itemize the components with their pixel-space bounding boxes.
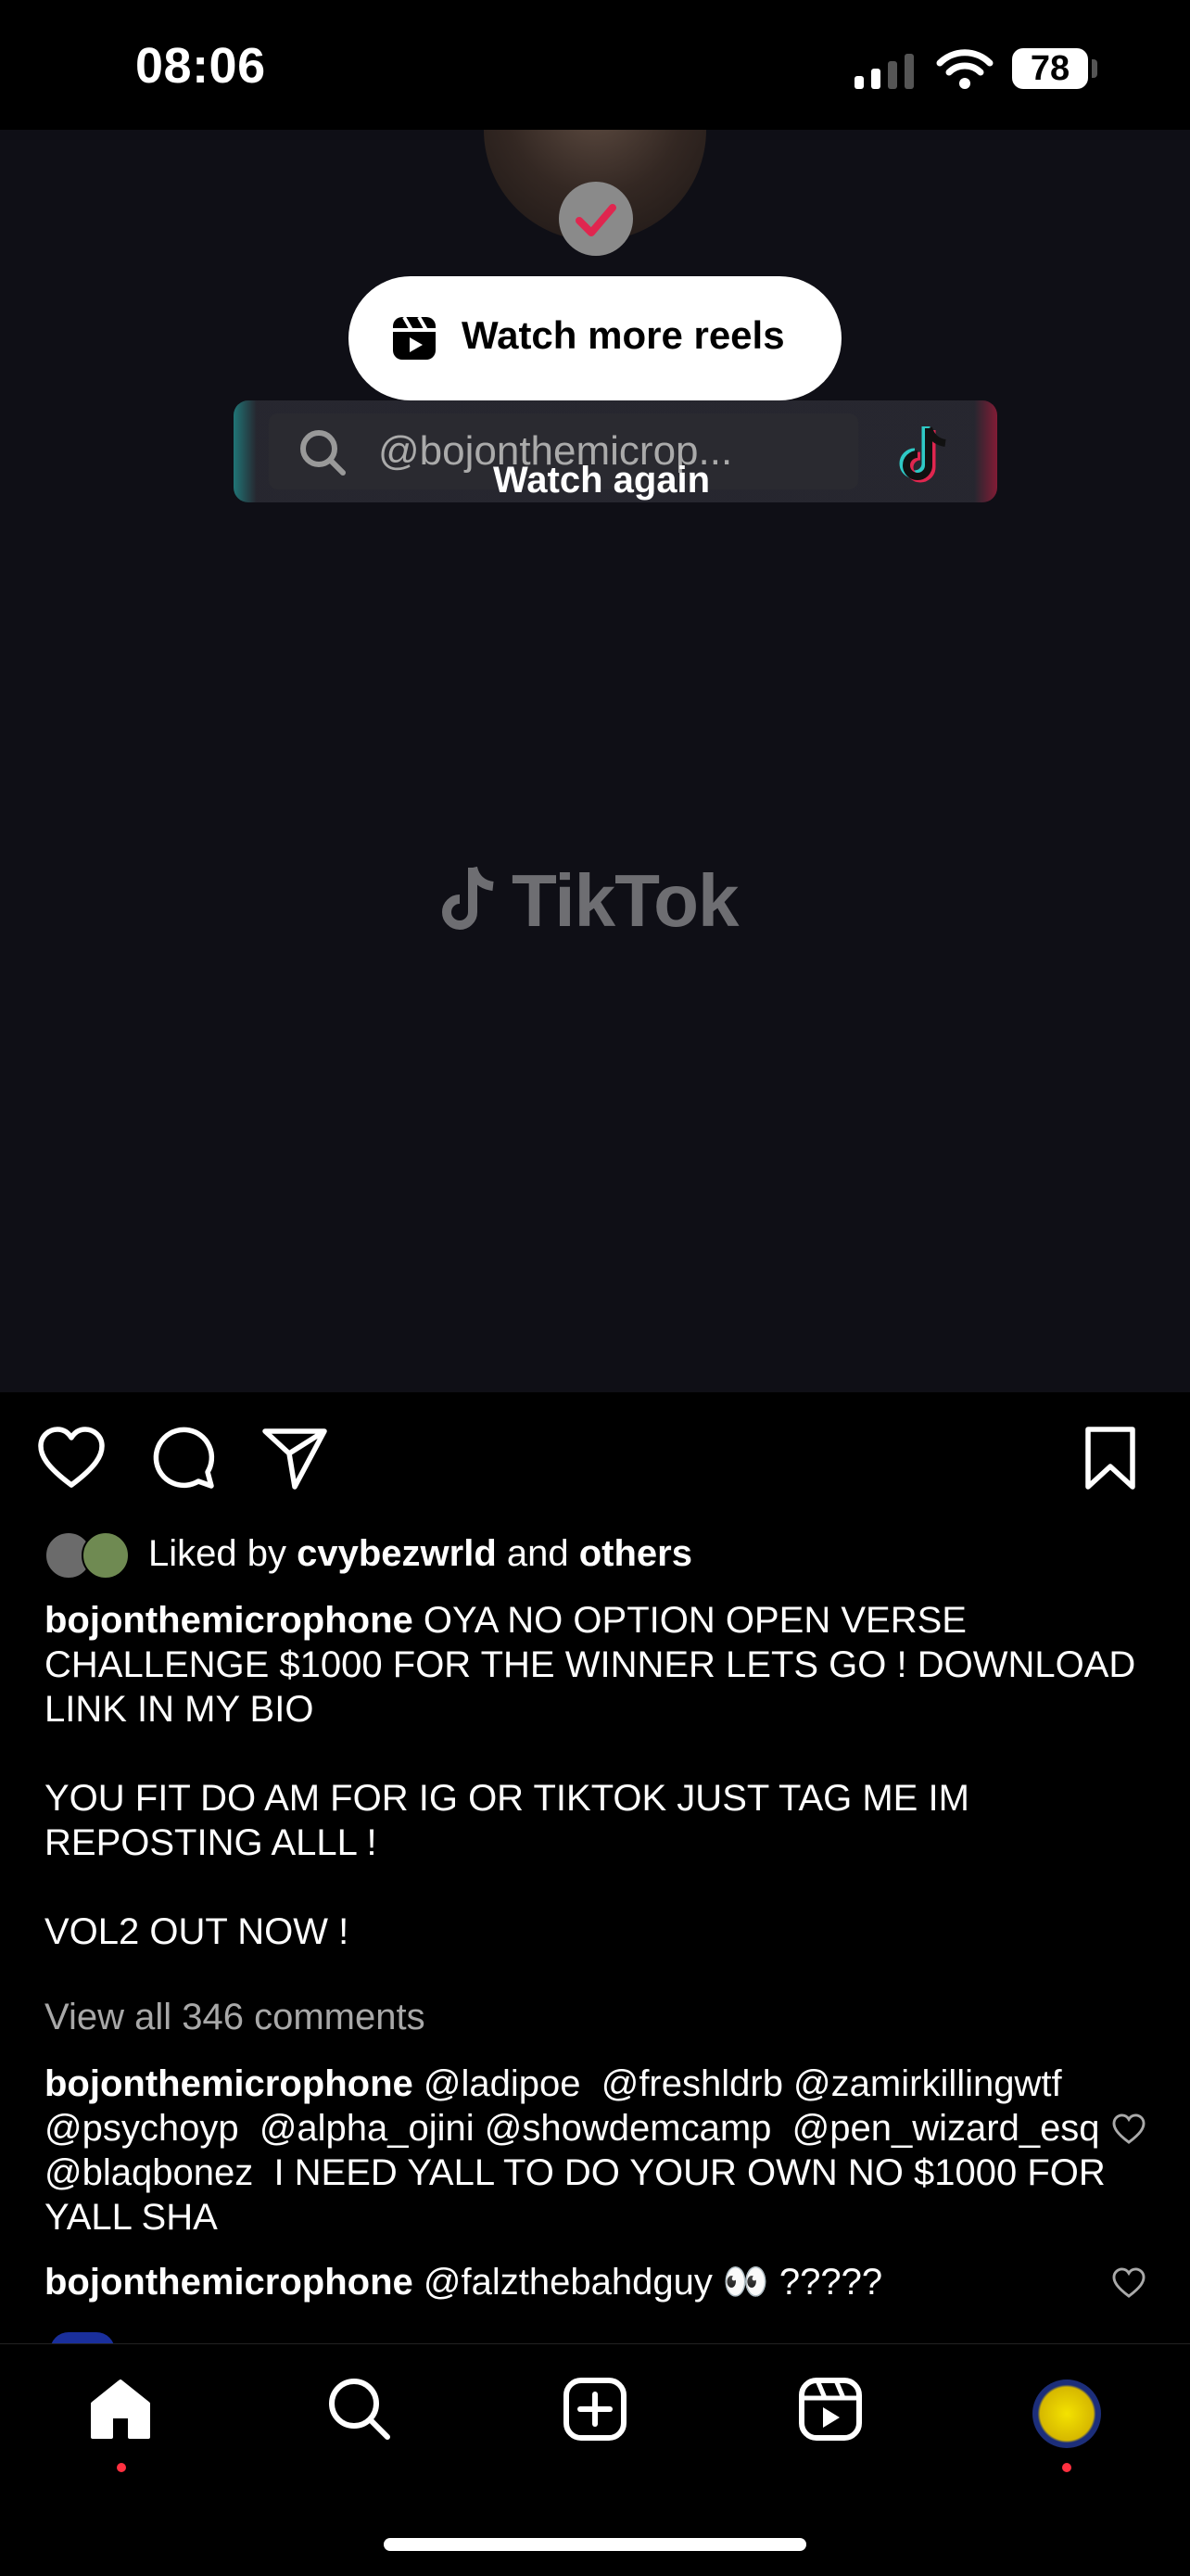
search-icon[interactable] <box>326 2376 393 2443</box>
check-badge <box>559 182 633 256</box>
home-indicator <box>384 2538 806 2551</box>
comment-icon[interactable] <box>150 1424 217 1491</box>
status-time: 08:06 <box>135 38 266 94</box>
checkmark-icon <box>576 204 616 236</box>
battery-level: 78 <box>1012 48 1088 89</box>
comment-username[interactable]: bojonthemicrophone <box>44 2063 413 2104</box>
caption-text: OYA NO OPTION OPEN VERSE CHALLENGE $1000… <box>44 1600 1136 1952</box>
profile-notification-dot <box>1062 2463 1071 2472</box>
comment-item: bojonthemicrophone @falzthebahdguy 👀 ???… <box>44 2260 1110 2304</box>
reels-icon <box>393 316 436 360</box>
liked-by-and: and <box>496 1533 579 1574</box>
profile-avatar[interactable] <box>1032 2379 1101 2448</box>
comment-item: bojonthemicrophone @ladipoe @freshldrb @… <box>44 2062 1110 2240</box>
caption-username[interactable]: bojonthemicrophone <box>44 1600 413 1641</box>
watch-more-reels-label: Watch more reels <box>462 313 785 357</box>
comment-like-heart-icon[interactable] <box>1112 2267 1146 2299</box>
comment-text: @falzthebahdguy 👀 ????? <box>412 2262 883 2303</box>
liked-by-prefix: Liked by <box>148 1533 298 1574</box>
create-icon[interactable] <box>562 2376 628 2443</box>
watch-again-button[interactable]: Watch again <box>493 460 710 501</box>
view-all-comments-link[interactable]: View all 346 comments <box>44 1997 425 2038</box>
watch-more-reels-button[interactable]: Watch more reels <box>348 276 842 400</box>
bookmark-icon[interactable] <box>1082 1426 1138 1491</box>
cellular-signal-icon <box>855 54 914 89</box>
wifi-icon <box>936 49 994 89</box>
liked-by-text: Liked by cvybezwrld and others <box>148 1533 692 1575</box>
reel-video[interactable]: @bojonthemicrop... Watch more reels Watc… <box>0 130 1190 1392</box>
heart-icon[interactable] <box>37 1426 106 1491</box>
status-bar: 08:06 78 <box>0 0 1190 130</box>
tiktok-watermark-text: TikTok <box>512 859 739 942</box>
home-notification-dot <box>117 2463 126 2472</box>
post-caption: bojonthemicrophone OYA NO OPTION OPEN VE… <box>44 1598 1138 1954</box>
home-icon[interactable] <box>87 2376 154 2443</box>
battery-tip <box>1092 59 1097 78</box>
liked-by-user[interactable]: cvybezwrld <box>297 1533 497 1574</box>
tiktok-note-icon <box>899 426 946 483</box>
liked-by-others[interactable]: others <box>579 1533 692 1574</box>
share-icon[interactable] <box>261 1426 328 1491</box>
comment-like-heart-icon[interactable] <box>1112 2113 1146 2145</box>
tiktok-watermark: TikTok <box>432 858 739 946</box>
comment-username[interactable]: bojonthemicrophone <box>44 2262 413 2303</box>
reels-icon[interactable] <box>797 2376 864 2443</box>
search-icon <box>300 430 346 476</box>
tiktok-logo-icon <box>442 866 494 930</box>
liker-avatar <box>82 1531 130 1580</box>
